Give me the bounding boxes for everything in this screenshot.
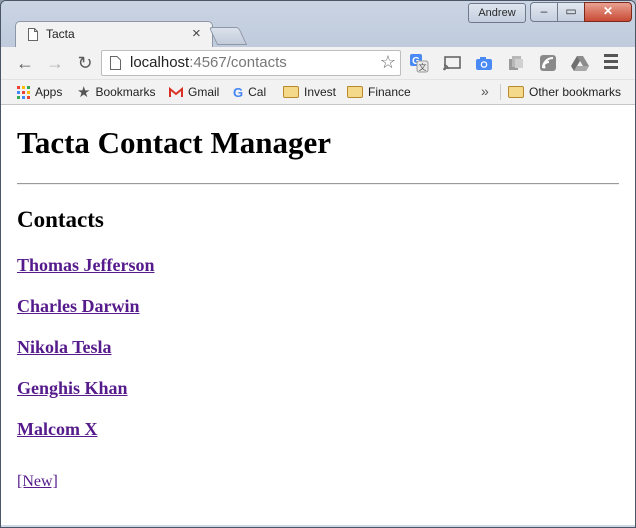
svg-text:文: 文 <box>419 62 427 72</box>
google-icon: G <box>233 84 244 100</box>
folder-icon <box>283 85 299 98</box>
folder-icon <box>347 85 363 98</box>
close-tab-icon[interactable]: × <box>192 25 201 42</box>
cast-icon[interactable] <box>442 53 462 73</box>
bookmark-apps[interactable]: Apps <box>17 84 62 100</box>
page-icon <box>28 28 38 41</box>
bookmark-star-icon[interactable]: ☆ <box>380 52 396 73</box>
maximize-button[interactable]: ▭ <box>557 2 585 22</box>
contact-link[interactable]: Nikola Tesla <box>17 337 112 358</box>
tab-title: Tacta <box>46 27 75 41</box>
camera-icon[interactable] <box>474 53 494 73</box>
chrome-menu-icon[interactable] <box>603 52 619 72</box>
bookmark-gmail[interactable]: Gmail <box>169 84 219 100</box>
translate-extension-icon[interactable]: G 文 <box>409 53 429 73</box>
reload-button[interactable]: ↻ <box>73 51 97 75</box>
new-contact-link[interactable]: [New] <box>17 473 58 491</box>
section-heading: Contacts <box>17 207 104 232</box>
tab-tacta[interactable]: Tacta × <box>15 21 213 48</box>
bookmarks-divider <box>500 84 501 100</box>
feed-icon[interactable] <box>538 53 558 73</box>
bookmark-bookmarks[interactable]: ★ Bookmarks <box>77 84 155 100</box>
bookmark-folder-invest[interactable]: Invest <box>283 84 336 100</box>
bookmarks-overflow-icon[interactable]: » <box>481 83 489 99</box>
gmail-icon <box>169 87 183 98</box>
back-button[interactable]: ← <box>13 51 37 75</box>
contact-link[interactable]: Malcom X <box>17 419 97 440</box>
contact-link[interactable]: Genghis Khan <box>17 378 128 399</box>
address-bar[interactable]: localhost:4567/contacts ☆ <box>101 50 401 76</box>
star-icon: ★ <box>77 83 91 101</box>
page-content: Tacta Contact Manager Contacts Thomas Je… <box>1 105 635 525</box>
close-window-button[interactable]: ✕ <box>584 2 632 22</box>
url-text: localhost:4567/contacts <box>130 54 287 71</box>
folder-icon <box>508 85 524 98</box>
copies-icon[interactable] <box>506 53 526 73</box>
bookmark-folder-other[interactable]: Other bookmarks <box>508 84 621 100</box>
bookmarks-bar: Apps ★ Bookmarks Gmail G Cal Invest Financ… <box>1 80 635 105</box>
contact-link[interactable]: Thomas Jefferson <box>17 255 155 276</box>
profile-button[interactable]: Andrew <box>468 3 526 23</box>
bookmark-folder-finance[interactable]: Finance <box>347 84 411 100</box>
minimize-button[interactable]: ‒ <box>530 2 558 22</box>
window-controls: ‒ ▭ ✕ <box>530 2 632 22</box>
forward-button[interactable]: → <box>43 51 67 75</box>
page-title: Tacta Contact Manager <box>17 125 331 160</box>
bookmark-cal[interactable]: G Cal <box>233 84 266 100</box>
contact-link[interactable]: Charles Darwin <box>17 296 140 317</box>
browser-window: Andrew ‒ ▭ ✕ Tacta × ← → ↻ localhost:456… <box>0 0 636 528</box>
drive-icon[interactable] <box>570 53 590 73</box>
apps-grid-icon <box>17 86 30 100</box>
page-icon <box>110 56 121 70</box>
toolbar: ← → ↻ localhost:4567/contacts ☆ G 文 <box>1 47 635 80</box>
divider <box>17 183 619 185</box>
